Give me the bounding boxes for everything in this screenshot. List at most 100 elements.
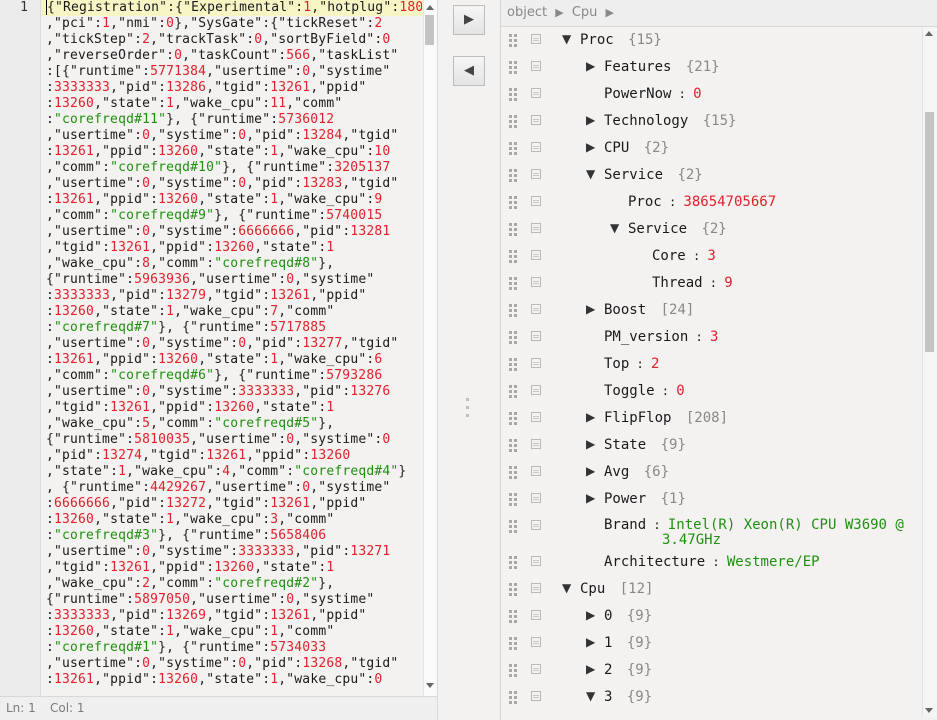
- tree-row-service[interactable]: ▼ Service {2}: [501, 162, 922, 189]
- drag-handle-icon[interactable]: [509, 61, 519, 74]
- drag-handle-icon[interactable]: [509, 466, 519, 479]
- tree-key[interactable]: Power: [604, 491, 646, 507]
- collapse-triangle-icon[interactable]: ▼: [562, 32, 571, 46]
- tree-key[interactable]: Proc: [580, 32, 614, 48]
- context-menu-icon[interactable]: [531, 385, 541, 395]
- context-menu-icon[interactable]: [531, 664, 541, 674]
- tree-row-2[interactable]: ▶ 2 {9}: [501, 657, 922, 684]
- tree-row-3[interactable]: ▼ 3 {9}: [501, 684, 922, 711]
- tree-value[interactable]: 3: [707, 248, 715, 264]
- context-menu-icon[interactable]: [531, 493, 541, 503]
- tree-key[interactable]: Avg: [604, 464, 629, 480]
- expand-triangle-icon[interactable]: ▶: [586, 662, 595, 676]
- context-menu-icon[interactable]: [531, 610, 541, 620]
- tree-row-state[interactable]: ▶ State {9}: [501, 432, 922, 459]
- drag-handle-icon[interactable]: [509, 304, 519, 317]
- tree-row-pm_version[interactable]: PM_version : 3: [501, 324, 922, 351]
- tree-key[interactable]: 2: [604, 662, 612, 678]
- tree-row-architecture[interactable]: Architecture : Westmere/EP: [501, 549, 922, 576]
- drag-handle-icon[interactable]: [509, 196, 519, 209]
- context-menu-icon[interactable]: [531, 34, 541, 44]
- tree-row-technology[interactable]: ▶ Technology {15}: [501, 108, 922, 135]
- tree-key[interactable]: Top: [604, 356, 629, 372]
- tree-scrollbar-thumb[interactable]: [925, 112, 934, 352]
- tree-key[interactable]: 0: [604, 608, 612, 624]
- drag-handle-icon[interactable]: [509, 412, 519, 425]
- tree-key[interactable]: CPU: [604, 140, 629, 156]
- drag-handle-icon[interactable]: [509, 142, 519, 155]
- drag-handle-icon[interactable]: [509, 610, 519, 623]
- scroll-down-icon[interactable]: [426, 683, 434, 688]
- tree-row-0[interactable]: ▶ 0 {9}: [501, 603, 922, 630]
- context-menu-icon[interactable]: [531, 223, 541, 233]
- copy-to-left-button[interactable]: ◀: [453, 56, 485, 86]
- context-menu-icon[interactable]: [531, 556, 541, 566]
- drag-handle-icon[interactable]: [509, 358, 519, 371]
- tree-view-pane[interactable]: object ▶ Cpu ▶ ▼ Proc {15} ▶ Features {21} P…: [500, 0, 937, 720]
- code-editor-pane[interactable]: 1 {"Registration":{"Experimental":1,"hot…: [0, 0, 438, 720]
- context-menu-icon[interactable]: [531, 358, 541, 368]
- tree-row-cpu[interactable]: ▶ CPU {2}: [501, 135, 922, 162]
- context-menu-icon[interactable]: [531, 169, 541, 179]
- tree-key[interactable]: Thread: [652, 275, 703, 291]
- tree-value[interactable]: 2: [651, 356, 659, 372]
- tree-row-cpu[interactable]: ▼ Cpu [12]: [501, 576, 922, 603]
- tree-value[interactable]: 9: [724, 275, 732, 291]
- tree-row-avg[interactable]: ▶ Avg {6}: [501, 459, 922, 486]
- tree-row-service[interactable]: ▼ Service {2}: [501, 216, 922, 243]
- tree-value[interactable]: 38654705667: [683, 194, 776, 210]
- expand-triangle-icon[interactable]: ▶: [586, 464, 595, 478]
- collapse-triangle-icon[interactable]: ▼: [586, 167, 595, 181]
- tree-value[interactable]: 3: [710, 329, 718, 345]
- tree-key[interactable]: Service: [604, 167, 663, 183]
- tree-key[interactable]: Boost: [604, 302, 646, 318]
- drag-handle-icon[interactable]: [509, 250, 519, 263]
- tree-key[interactable]: PowerNow: [604, 86, 671, 102]
- tree-key[interactable]: State: [604, 437, 646, 453]
- expand-triangle-icon[interactable]: ▶: [586, 635, 595, 649]
- context-menu-icon[interactable]: [531, 466, 541, 476]
- drag-handle-icon[interactable]: [509, 223, 519, 236]
- expand-triangle-icon[interactable]: ▶: [586, 437, 595, 451]
- tree-value-continued[interactable]: 3.47GHz: [662, 532, 721, 548]
- tree-row-core[interactable]: Core : 3: [501, 243, 922, 270]
- context-menu-icon[interactable]: [531, 691, 541, 701]
- tree-row-proc[interactable]: Proc : 38654705667: [501, 189, 922, 216]
- expand-triangle-icon[interactable]: ▶: [586, 608, 595, 622]
- scroll-up-icon[interactable]: [426, 5, 434, 10]
- context-menu-icon[interactable]: [531, 250, 541, 260]
- context-menu-icon[interactable]: [531, 412, 541, 422]
- tree-key[interactable]: Service: [628, 221, 687, 237]
- tree-key[interactable]: Architecture: [604, 554, 705, 570]
- tree-value[interactable]: Intel(R) Xeon(R) CPU W3690 @: [668, 517, 904, 533]
- editor-scrollbar-thumb[interactable]: [425, 15, 434, 45]
- context-menu-icon[interactable]: [531, 61, 541, 71]
- tree-key[interactable]: Core: [652, 248, 686, 264]
- collapse-triangle-icon[interactable]: ▼: [586, 689, 595, 703]
- tree-value[interactable]: 0: [676, 383, 684, 399]
- tree-key[interactable]: 3: [604, 689, 612, 705]
- tree-row-top[interactable]: Top : 2: [501, 351, 922, 378]
- tree-key[interactable]: 1: [604, 635, 612, 651]
- drag-handle-icon[interactable]: [509, 556, 519, 569]
- context-menu-icon[interactable]: [531, 277, 541, 287]
- context-menu-icon[interactable]: [531, 115, 541, 125]
- drag-handle-icon[interactable]: [509, 385, 519, 398]
- collapse-triangle-icon[interactable]: ▼: [562, 581, 571, 595]
- tree-key[interactable]: Proc: [628, 194, 662, 210]
- breadcrumb-more-icon[interactable]: ▶: [606, 6, 614, 19]
- tree-row-features[interactable]: ▶ Features {21}: [501, 54, 922, 81]
- copy-to-right-button[interactable]: ▶: [453, 5, 485, 35]
- scroll-up-icon[interactable]: [925, 31, 933, 36]
- expand-triangle-icon[interactable]: ▶: [586, 140, 595, 154]
- tree-row-brand[interactable]: Brand : Intel(R) Xeon(R) CPU W3690 @3.47…: [501, 513, 922, 549]
- drag-handle-icon[interactable]: [509, 637, 519, 650]
- tree-row-toggle[interactable]: Toggle : 0: [501, 378, 922, 405]
- tree-row-thread[interactable]: Thread : 9: [501, 270, 922, 297]
- scroll-down-icon[interactable]: [925, 708, 933, 713]
- expand-triangle-icon[interactable]: ▶: [586, 410, 595, 424]
- tree-row-powernow[interactable]: PowerNow : 0: [501, 81, 922, 108]
- tree-row-flipflop[interactable]: ▶ FlipFlop [208]: [501, 405, 922, 432]
- drag-handle-icon[interactable]: [509, 115, 519, 128]
- breadcrumb-root[interactable]: object: [507, 5, 547, 20]
